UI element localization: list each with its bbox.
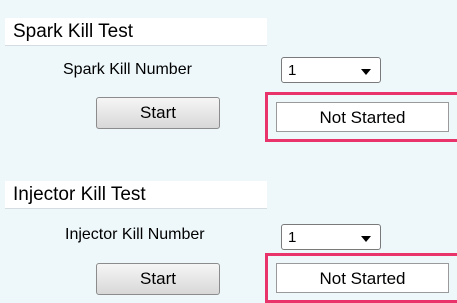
spark-kill-number-value: 1 bbox=[288, 62, 297, 79]
injector-start-button[interactable]: Start bbox=[96, 263, 220, 295]
spark-status-text: Not Started bbox=[319, 108, 406, 127]
spark-start-button[interactable]: Start bbox=[96, 97, 220, 129]
injector-kill-test-title: Injector Kill Test bbox=[13, 184, 146, 205]
spark-kill-number-label: Spark Kill Number bbox=[63, 61, 192, 78]
spark-kill-test-header: Spark Kill Test bbox=[5, 18, 267, 46]
chevron-down-icon bbox=[361, 69, 371, 75]
spark-status-highlight: Not Started bbox=[265, 92, 457, 142]
injector-status-highlight: Not Started bbox=[265, 253, 457, 303]
injector-status-field: Not Started bbox=[276, 263, 449, 293]
spark-kill-test-title: Spark Kill Test bbox=[13, 21, 134, 42]
chevron-down-icon bbox=[361, 236, 371, 242]
spark-kill-number-select[interactable]: 1 bbox=[281, 57, 381, 83]
injector-kill-number-label: Injector Kill Number bbox=[65, 226, 205, 243]
injector-kill-number-select[interactable]: 1 bbox=[281, 224, 381, 250]
injector-kill-number-value: 1 bbox=[288, 229, 297, 246]
spark-status-field: Not Started bbox=[276, 102, 449, 132]
injector-kill-test-header: Injector Kill Test bbox=[5, 181, 267, 209]
injector-status-text: Not Started bbox=[319, 269, 406, 288]
